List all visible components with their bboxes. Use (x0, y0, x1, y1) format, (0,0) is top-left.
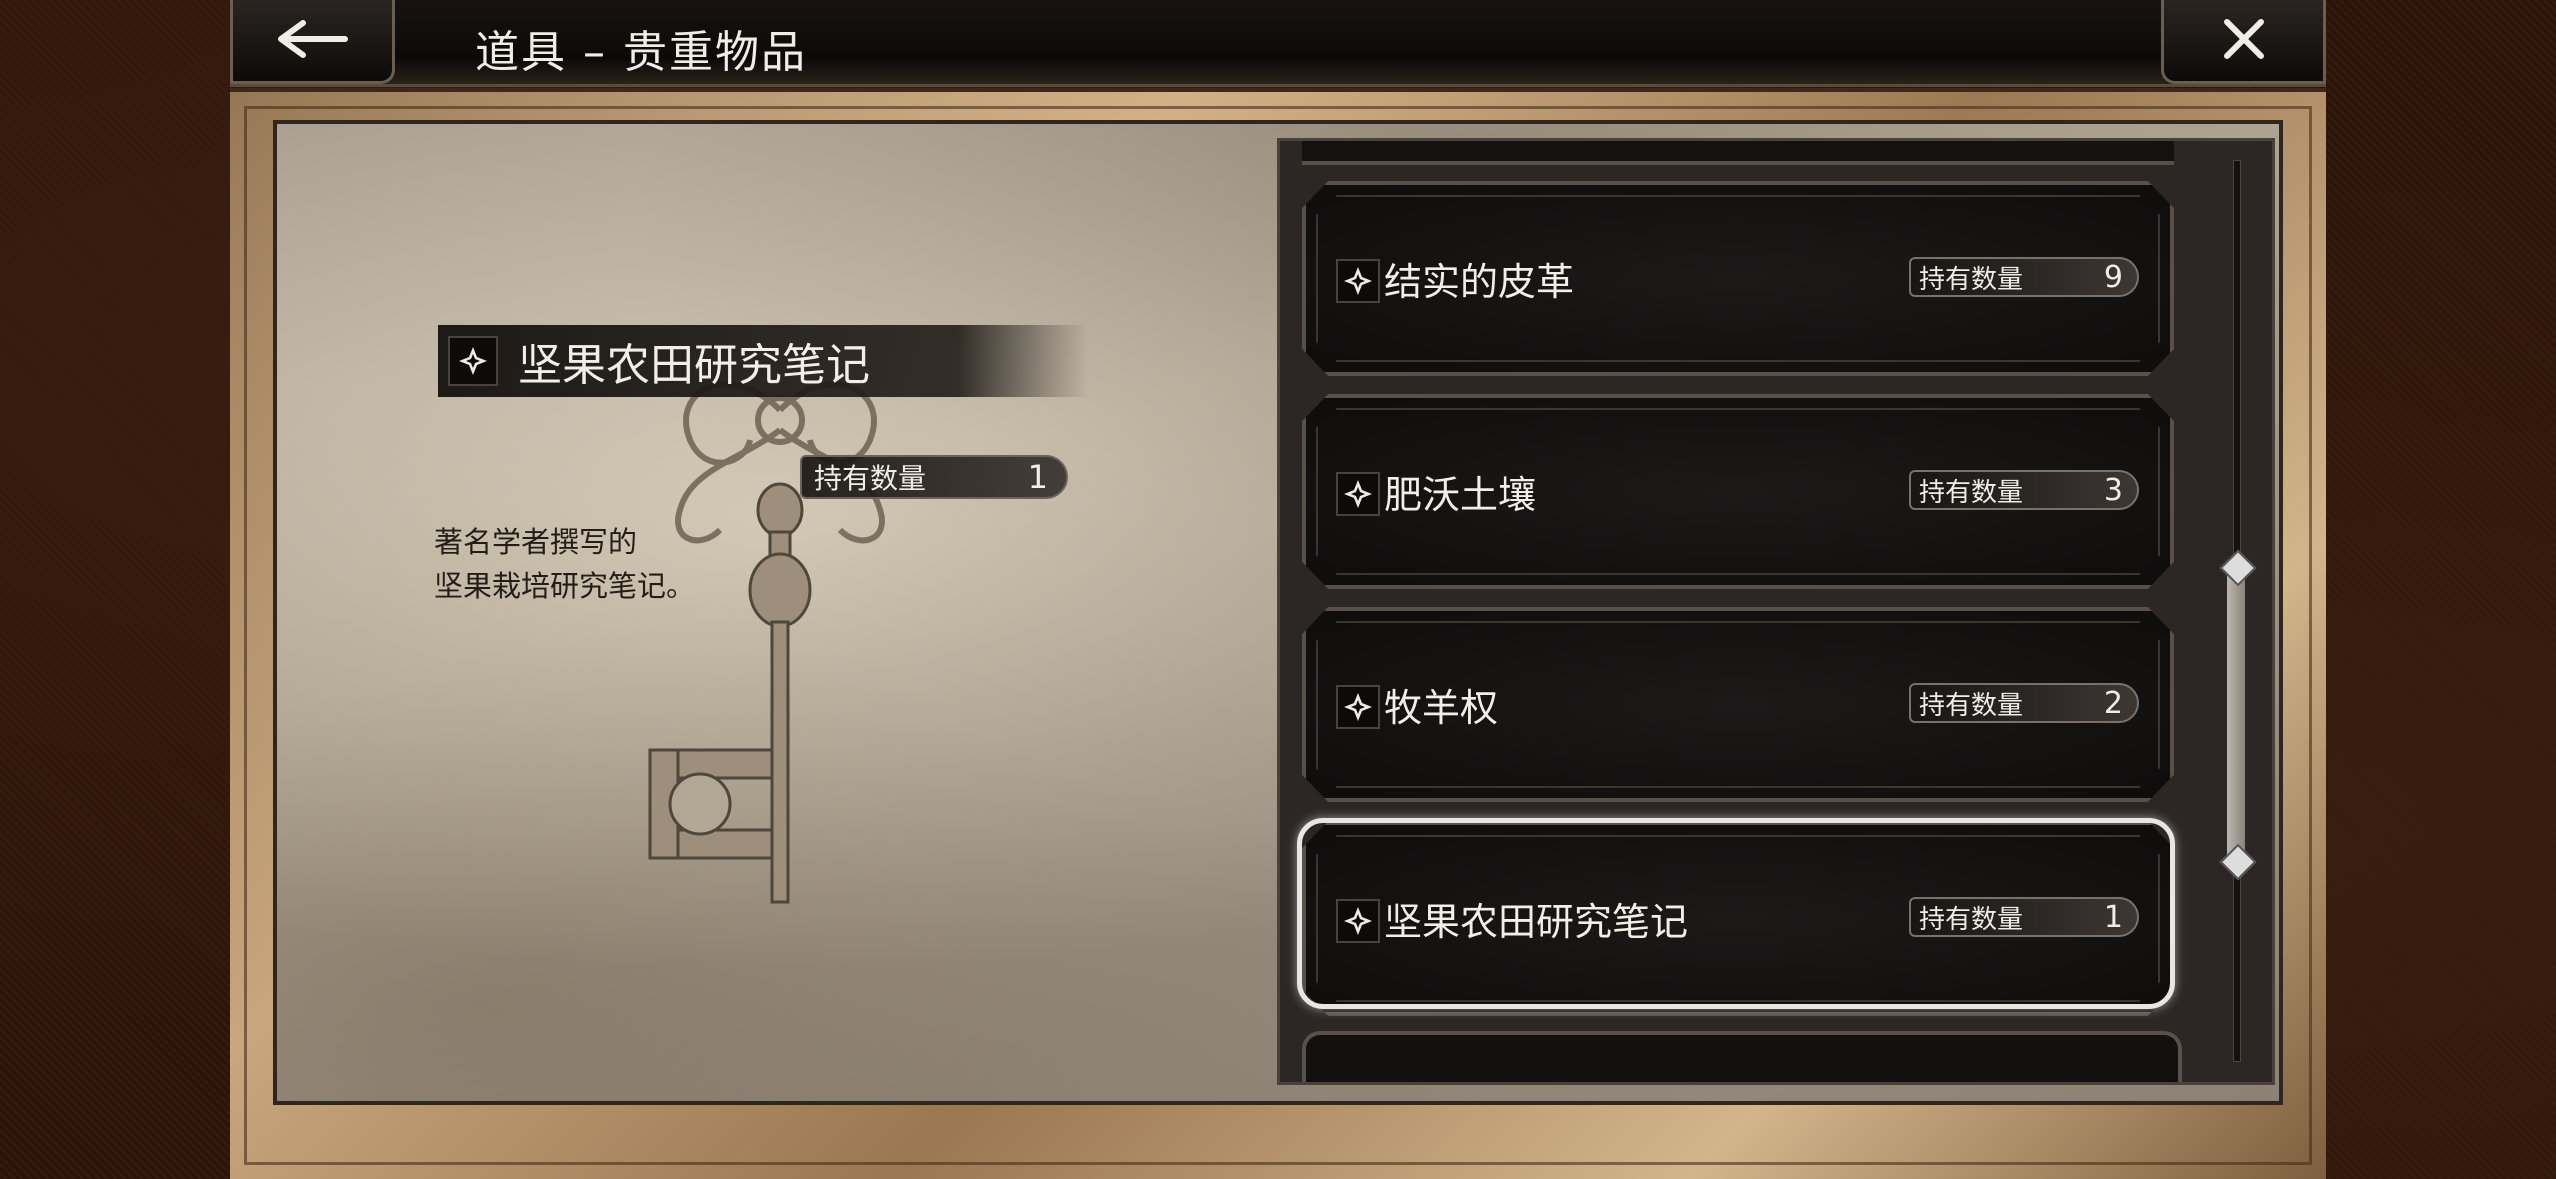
item-quantity-label: 持有数量 (1919, 477, 2024, 508)
item-name: 肥沃土壤 (1384, 473, 1537, 517)
item-diamond-icon (1336, 685, 1380, 729)
list-item[interactable]: 牧羊权 持有数量 2 (1302, 607, 2174, 802)
item-quantity-value: 2 (2103, 685, 2123, 721)
page-title: 道具 – 贵重物品 (475, 27, 807, 78)
item-name: 坚果农田研究笔记 (1384, 900, 1689, 944)
item-name: 结实的皮革 (1384, 260, 1575, 304)
close-icon (2219, 14, 2269, 68)
item-quantity-badge: 持有数量 1 (1909, 897, 2139, 937)
list-item[interactable]: 结实的皮革 持有数量 9 (1302, 181, 2174, 376)
item-quantity-label: 持有数量 (1919, 264, 2024, 295)
item-diamond-icon (1336, 899, 1380, 943)
item-diamond-icon (448, 336, 498, 386)
back-button[interactable] (230, 0, 395, 84)
scroll-thumb[interactable] (2219, 549, 2257, 881)
item-quantity-label: 持有数量 (1919, 904, 2024, 935)
list-item-partial-bottom[interactable] (1302, 1031, 2182, 1082)
item-list[interactable]: 结实的皮革 持有数量 9 肥沃土壤 持有数量 3 牧羊权 持有数量 2 坚果农田… (1277, 138, 2275, 1085)
ornate-key-icon (630, 370, 930, 910)
item-name: 牧羊权 (1384, 686, 1499, 730)
detail-title-bar: 坚果农田研究笔记 (438, 325, 1088, 397)
item-quantity-value: 3 (2103, 472, 2123, 508)
item-quantity-value: 9 (2103, 259, 2123, 295)
detail-quantity-badge: 持有数量 1 (800, 455, 1068, 499)
close-button[interactable] (2161, 0, 2326, 84)
list-item-partial-top[interactable] (1302, 141, 2174, 165)
back-arrow-icon (273, 17, 353, 65)
item-diamond-icon (1336, 259, 1380, 303)
detail-item-name: 坚果农田研究笔记 (518, 340, 870, 391)
detail-description: 著名学者撰写的 坚果栽培研究笔记。 (434, 525, 696, 603)
list-item[interactable]: 肥沃土壤 持有数量 3 (1302, 394, 2174, 589)
item-diamond-icon (1336, 472, 1380, 516)
item-quantity-badge: 持有数量 9 (1909, 257, 2139, 297)
detail-quantity-value: 1 (1027, 458, 1048, 496)
list-item-selected[interactable]: 坚果农田研究笔记 持有数量 1 (1302, 821, 2174, 1016)
list-scrollbar[interactable] (2219, 160, 2257, 1062)
item-quantity-label: 持有数量 (1919, 690, 2024, 721)
detail-quantity-label: 持有数量 (814, 462, 927, 495)
item-quantity-badge: 持有数量 2 (1909, 683, 2139, 723)
item-quantity-badge: 持有数量 3 (1909, 470, 2139, 510)
item-quantity-value: 1 (2103, 899, 2123, 935)
